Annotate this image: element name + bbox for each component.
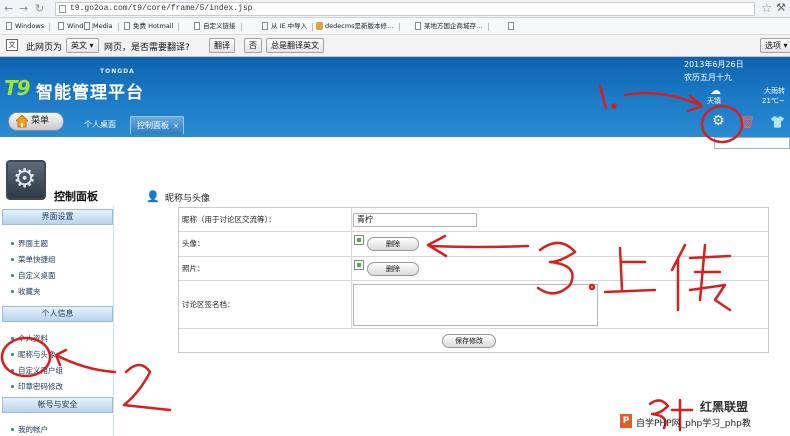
annotation-circle-gear bbox=[700, 104, 744, 144]
watermark-text: 自学PHP网_php学习_php教 bbox=[636, 419, 751, 429]
annotation-char-chuan bbox=[670, 243, 732, 312]
annotation-arrow-2 bbox=[54, 348, 117, 374]
watermark-brand: 红黑联盟 bbox=[700, 400, 749, 414]
annotation-arrow-3 bbox=[426, 234, 530, 258]
watermark-logo-icon: P bbox=[620, 414, 632, 428]
annotation-char-shang bbox=[603, 246, 657, 294]
red-annotations bbox=[0, 84, 744, 432]
annotation-arrow-1 bbox=[623, 91, 702, 107]
annotation-number-1 bbox=[598, 84, 608, 110]
annotation-number-2 bbox=[122, 363, 172, 412]
annotation-number-3 bbox=[536, 241, 577, 295]
annotation-circle-nickname bbox=[0, 336, 52, 378]
